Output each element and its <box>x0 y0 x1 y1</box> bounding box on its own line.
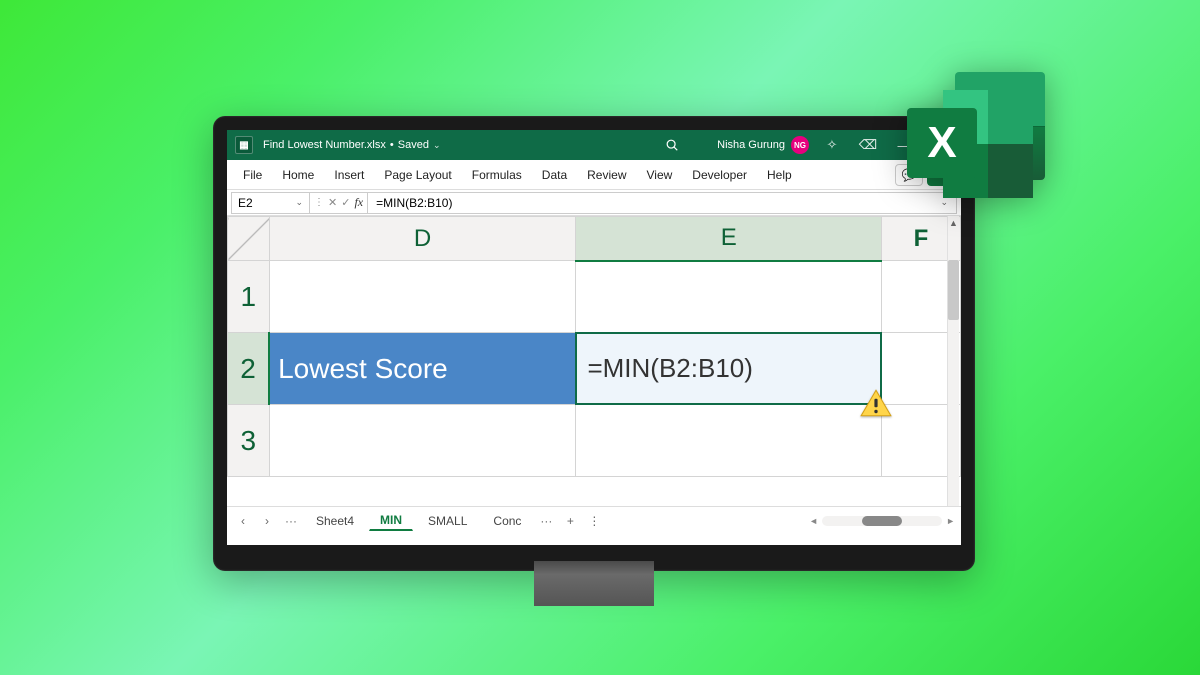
sheet-tab-conc[interactable]: Conc <box>482 511 532 531</box>
select-all-corner[interactable] <box>228 217 270 261</box>
sheet-tab-min[interactable]: MIN <box>369 510 413 531</box>
monitor-frame: ▦ Find Lowest Number.xlsx • Saved ⌄ Nish… <box>213 116 975 606</box>
tab-review[interactable]: Review <box>577 160 636 190</box>
tab-view[interactable]: View <box>637 160 683 190</box>
chevron-down-icon: ⌄ <box>295 197 303 208</box>
sheet-nav-next[interactable]: › <box>257 514 277 528</box>
cell-reference: E2 <box>238 196 253 210</box>
sheet-tab-bar: ‹ › ··· Sheet4 MIN SMALL Conc ··· + ⋮ ◄ … <box>227 506 961 534</box>
scroll-up-icon[interactable]: ▲ <box>948 218 959 228</box>
scroll-left-icon[interactable]: ◄ <box>809 516 818 526</box>
cell-e2-formula: =MIN(B2:B10) <box>587 353 752 384</box>
user-account[interactable]: Nisha Gurung NG <box>717 136 809 154</box>
scroll-right-icon[interactable]: ► <box>946 516 955 526</box>
user-avatar: NG <box>791 136 809 154</box>
cell-e2[interactable]: =MIN(B2:B10) <box>576 333 882 405</box>
formula-buttons: ⋮ ✕ ✓ fx <box>309 192 367 214</box>
warning-icon[interactable] <box>859 388 893 418</box>
cell-e1[interactable] <box>576 261 882 333</box>
monitor-bezel: ▦ Find Lowest Number.xlsx • Saved ⌄ Nish… <box>213 116 975 571</box>
tab-help[interactable]: Help <box>757 160 802 190</box>
horizontal-scrollbar[interactable]: ◄ ► <box>809 516 955 526</box>
column-header-d[interactable]: D <box>269 217 576 261</box>
file-title-group[interactable]: Find Lowest Number.xlsx • Saved ⌄ <box>263 139 441 151</box>
formula-bar: E2 ⌄ ⋮ ✕ ✓ fx =MIN(B2:B10) ⌄ <box>227 190 961 216</box>
tab-formulas[interactable]: Formulas <box>462 160 532 190</box>
sheet-menu-icon[interactable]: ⋮ <box>584 514 604 528</box>
title-bar: ▦ Find Lowest Number.xlsx • Saved ⌄ Nish… <box>227 130 961 160</box>
cell-d1[interactable] <box>269 261 576 333</box>
cell-e3[interactable] <box>576 405 882 477</box>
excel-logo: X <box>907 72 1045 200</box>
row-header-1[interactable]: 1 <box>228 261 270 333</box>
dot-separator: • <box>390 139 394 151</box>
search-icon[interactable] <box>665 138 679 152</box>
eraser-icon[interactable]: ⌫ <box>855 137 881 153</box>
sheet-tab-sheet4[interactable]: Sheet4 <box>305 511 365 531</box>
tab-file[interactable]: File <box>233 160 272 190</box>
sheet-more-icon[interactable]: ··· <box>536 514 556 528</box>
formula-input[interactable]: =MIN(B2:B10) ⌄ <box>367 192 957 214</box>
sheet-nav-prev[interactable]: ‹ <box>233 514 253 528</box>
cell-d3[interactable] <box>269 405 576 477</box>
chevron-down-icon: ⌄ <box>433 140 441 151</box>
excel-app-icon: ▦ <box>235 136 253 154</box>
ribbon-tabs: File Home Insert Page Layout Formulas Da… <box>227 160 961 190</box>
name-box[interactable]: E2 ⌄ <box>231 192 309 214</box>
file-name: Find Lowest Number.xlsx <box>263 139 386 151</box>
user-name: Nisha Gurung <box>717 139 785 151</box>
fx-button[interactable]: fx <box>354 195 363 210</box>
tab-data[interactable]: Data <box>532 160 577 190</box>
excel-window: ▦ Find Lowest Number.xlsx • Saved ⌄ Nish… <box>227 130 961 545</box>
row-header-2[interactable]: 2 <box>228 333 270 405</box>
tab-developer[interactable]: Developer <box>682 160 757 190</box>
cell-d2[interactable]: Lowest Score <box>269 333 576 405</box>
monitor-stand <box>534 561 654 606</box>
scrollbar-thumb[interactable] <box>862 516 902 526</box>
enter-button[interactable]: ✓ <box>341 196 350 209</box>
sheet-tab-small[interactable]: SMALL <box>417 511 478 531</box>
tab-page-layout[interactable]: Page Layout <box>374 160 461 190</box>
diamond-icon[interactable]: ✧ <box>819 137 845 153</box>
spreadsheet-grid[interactable]: D E F 1 2 Lowest Score =MIN(B2 <box>227 216 961 506</box>
vertical-scrollbar[interactable]: ▲ <box>947 216 959 506</box>
row-header-3[interactable]: 3 <box>228 405 270 477</box>
tab-home[interactable]: Home <box>272 160 324 190</box>
save-status: Saved <box>398 139 429 151</box>
excel-x-badge: X <box>907 108 977 178</box>
add-sheet-button[interactable]: + <box>560 514 580 528</box>
cancel-button[interactable]: ✕ <box>328 196 337 209</box>
tab-insert[interactable]: Insert <box>324 160 374 190</box>
dots-icon[interactable]: ⋮ <box>314 197 324 208</box>
sheet-more-icon[interactable]: ··· <box>281 514 301 528</box>
scrollbar-thumb[interactable] <box>948 260 959 320</box>
column-header-e[interactable]: E <box>576 217 882 261</box>
formula-text: =MIN(B2:B10) <box>376 196 452 210</box>
